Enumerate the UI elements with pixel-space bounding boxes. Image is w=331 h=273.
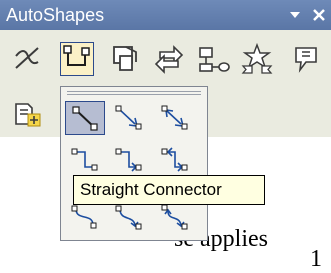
toolbar-options-icon[interactable]: [286, 6, 304, 24]
elbow-double-arrow-connector-icon: [161, 147, 188, 172]
basic-shapes-icon: [113, 46, 137, 71]
menu-drag-handle[interactable]: [67, 91, 201, 97]
lines-button[interactable]: [10, 42, 44, 76]
curved-double-arrow-connector-icon: [161, 205, 188, 230]
toolbar-buttons-row: [0, 32, 331, 86]
menu-item-curved-arrow-connector[interactable]: [109, 201, 149, 235]
basic-shapes-button[interactable]: [108, 42, 142, 76]
menu-item-elbow-double-arrow-connector[interactable]: [155, 143, 195, 177]
block-arrows-icon: [154, 45, 184, 74]
connectors-icon: [63, 45, 90, 66]
stars-and-banners-icon: [241, 42, 273, 74]
close-icon[interactable]: [310, 6, 328, 24]
straight-arrow-connector-icon: [115, 105, 142, 130]
title-bar[interactable]: AutoShapes: [0, 0, 331, 30]
callouts-icon: [295, 47, 317, 73]
menu-item-elbow-arrow-connector[interactable]: [109, 143, 149, 177]
tooltip: Straight Connector: [73, 175, 265, 205]
document-text-line2: 1: [310, 246, 322, 272]
more-autoshapes-icon: [15, 103, 41, 127]
more-autoshapes-button[interactable]: [10, 98, 44, 130]
menu-item-straight-double-arrow-connector[interactable]: [155, 101, 195, 135]
lines-icon: [15, 47, 39, 69]
callouts-button[interactable]: [290, 42, 324, 76]
elbow-arrow-connector-icon: [115, 148, 142, 172]
curved-connector-icon: [71, 205, 97, 229]
curved-arrow-connector-icon: [115, 205, 142, 230]
straight-double-arrow-connector-icon: [161, 105, 188, 130]
elbow-connector-icon: [71, 148, 98, 171]
connectors-menu: [60, 86, 208, 241]
menu-item-straight-connector[interactable]: [65, 101, 105, 135]
block-arrows-button[interactable]: [152, 42, 186, 76]
menu-item-straight-arrow-connector[interactable]: [109, 101, 149, 135]
menu-item-elbow-connector[interactable]: [65, 143, 105, 177]
menu-item-curved-double-arrow-connector[interactable]: [155, 201, 195, 235]
straight-connector-icon: [72, 106, 98, 131]
connectors-button[interactable]: [60, 42, 94, 76]
menu-item-curved-connector[interactable]: [65, 201, 105, 235]
flowchart-icon: [199, 47, 230, 72]
toolbar-title: AutoShapes: [6, 5, 105, 25]
stars-and-banners-button[interactable]: [240, 42, 274, 76]
flowchart-button[interactable]: [196, 42, 230, 76]
